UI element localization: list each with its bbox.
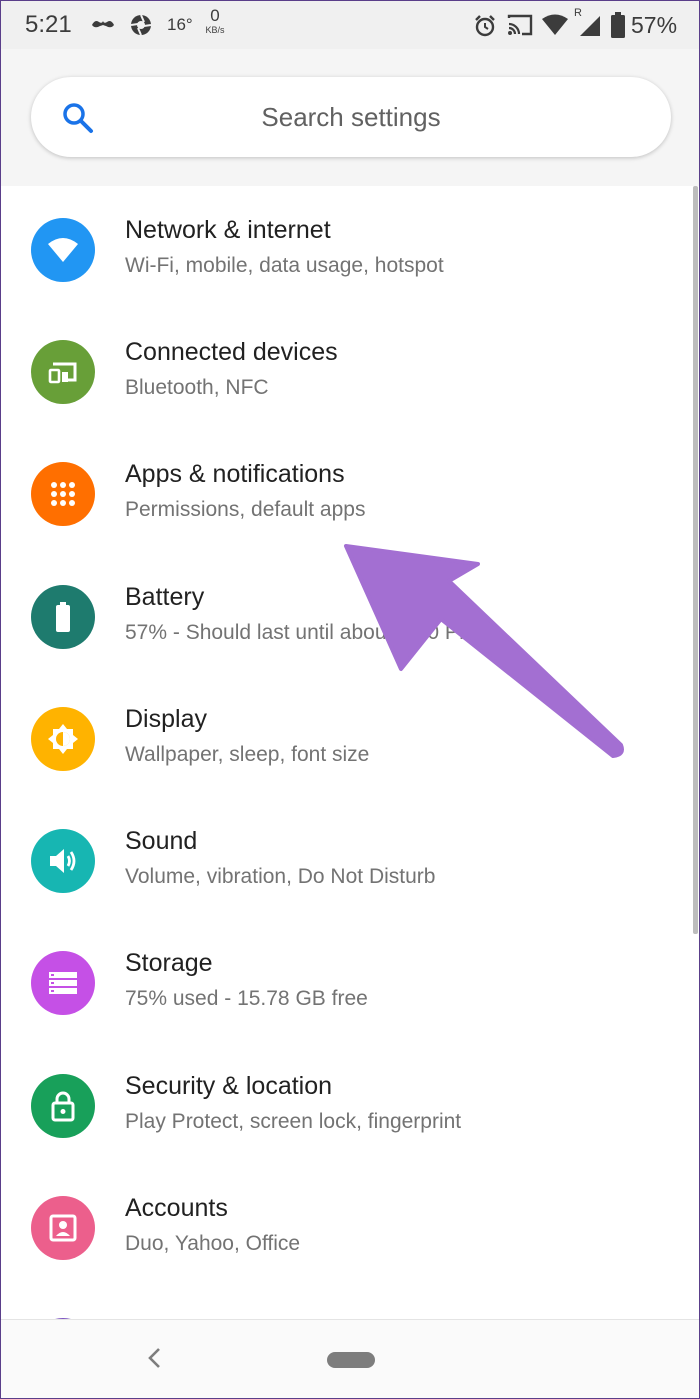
navigation-bar [1, 1319, 699, 1398]
back-icon[interactable] [144, 1343, 164, 1378]
pointer-arrow-icon [344, 544, 624, 758]
screen: 5:21 16° 0 KB/s R 57% Search settings Ne… [0, 0, 700, 1399]
home-pill-icon[interactable] [327, 1352, 375, 1368]
